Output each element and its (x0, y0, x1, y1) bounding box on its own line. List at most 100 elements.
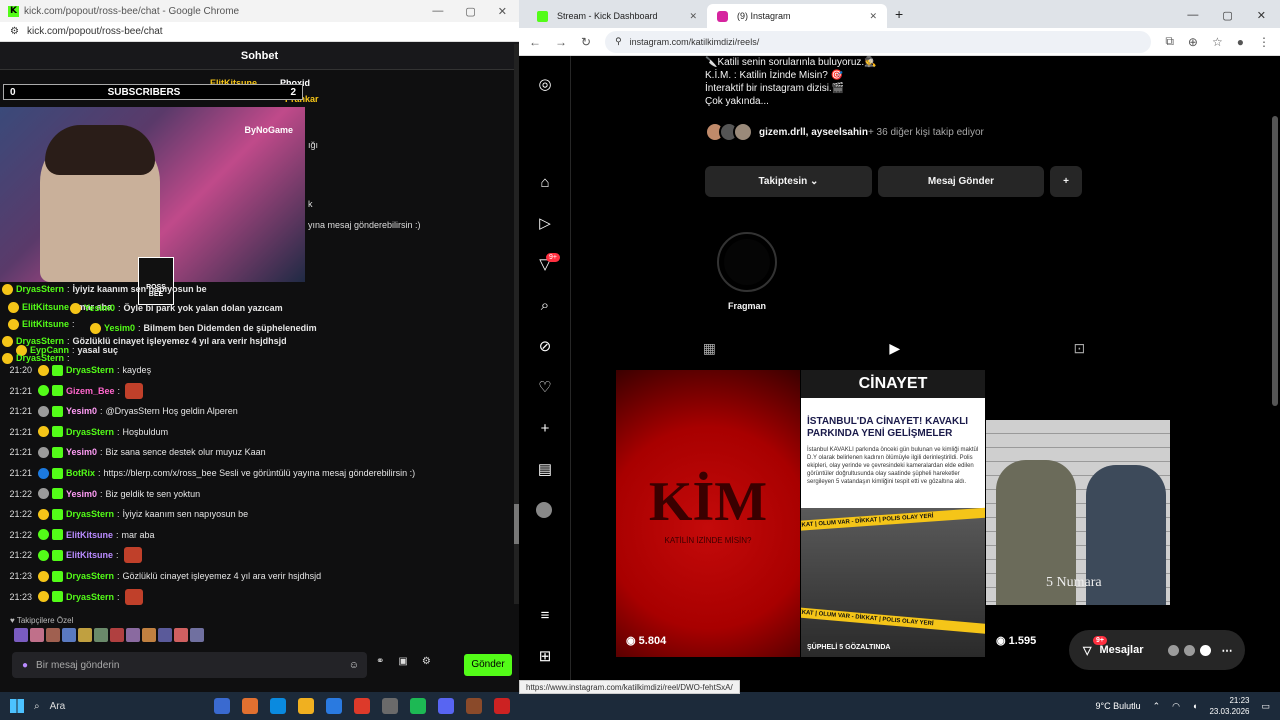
send-button[interactable]: Gönder (464, 654, 512, 676)
home-icon[interactable]: ⌂ (536, 174, 554, 192)
connect-icon[interactable]: ⚭ (376, 656, 384, 667)
reel-thumbnail[interactable]: 5 Numara ◉ 1.595 (986, 370, 1170, 657)
tab-close-icon[interactable]: ✕ (689, 11, 697, 22)
create-icon[interactable]: + (536, 420, 554, 438)
clock[interactable]: 21:23 23.03.2026 (1209, 695, 1249, 717)
minimize-icon[interactable]: — (1187, 9, 1198, 22)
settings-icon[interactable]: ⚙ (422, 656, 431, 667)
message-username[interactable]: Yesim0 (66, 447, 97, 457)
avatar (1199, 644, 1211, 656)
followed-by[interactable]: gizem.drll, ayseelsahin + 36 diğer kişi … (705, 122, 984, 142)
discord-icon[interactable] (438, 698, 454, 714)
spotify-icon[interactable] (410, 698, 426, 714)
chevron-up-icon[interactable]: ⌃ (1153, 701, 1161, 712)
message-username[interactable]: Yesim0 (66, 406, 97, 416)
taskbar-search[interactable]: ⌕ Ara (34, 701, 174, 712)
app-icon[interactable] (466, 698, 482, 714)
left-window-title: kick.com/popout/ross-bee/chat - Google C… (24, 5, 240, 17)
apps-icon[interactable]: ⊞ (536, 648, 554, 666)
avatar[interactable] (536, 502, 552, 518)
new-tab-icon[interactable]: + (887, 6, 911, 28)
reels-icon[interactable]: ▷ (536, 215, 554, 233)
reel-thumbnail[interactable]: KİM KATİLİN İZİNDE MİSİN? ◉ 5.804 (616, 370, 800, 657)
chrome-icon[interactable] (354, 698, 370, 714)
message-username[interactable]: Gizem_Bee (66, 386, 115, 396)
explore-icon[interactable]: ⊘ (536, 338, 554, 356)
tab-close-icon[interactable]: ✕ (869, 11, 877, 22)
gift-icon[interactable]: ▣ (398, 656, 407, 667)
message-username[interactable]: DryasStern (66, 427, 114, 437)
message-text: Biz sana sence destek olur muyuz Kaan (105, 447, 266, 458)
weather-text[interactable]: 9°C Bulutlu (1095, 701, 1140, 711)
emote-icon (125, 382, 144, 399)
page-scrollbar[interactable] (1272, 116, 1278, 406)
site-info-icon[interactable]: ⚲ (615, 36, 622, 47)
emote-row[interactable] (14, 628, 204, 642)
zoom-icon[interactable]: ⊕ (1188, 35, 1198, 49)
bookmark-star-icon[interactable]: ☆ (1212, 35, 1223, 49)
message-username[interactable]: DryasStern (66, 592, 114, 602)
following-button[interactable]: Takiptesin ⌄ (705, 166, 872, 197)
messages-button[interactable]: ▽ 9+ Mesajlar ⋯ (1069, 630, 1245, 670)
mic-icon[interactable]: ● (22, 660, 28, 671)
back-icon[interactable]: ← (529, 35, 541, 49)
forward-icon[interactable]: → (555, 35, 567, 49)
message-username[interactable]: ElitKitsune (66, 550, 113, 560)
store-icon[interactable] (326, 698, 342, 714)
edge-icon[interactable] (270, 698, 286, 714)
volume-icon[interactable]: ◖ (1192, 701, 1197, 711)
message-username[interactable]: BotRix (66, 468, 95, 478)
message-username[interactable]: DryasStern (66, 509, 114, 519)
posts-grid-icon[interactable]: ▦ (703, 340, 716, 357)
message-button[interactable]: Mesaj Gönder (878, 166, 1044, 197)
tagged-icon[interactable]: ⊡ (1074, 340, 1086, 357)
reel-title: KİM (648, 471, 768, 533)
dashboard-icon[interactable]: ▤ (536, 461, 554, 479)
copilot-icon[interactable] (242, 698, 258, 714)
system-tray: 9°C Bulutlu ⌃ ◠ ◖ 21:23 23.03.2026 ▭ (1095, 695, 1280, 717)
profile-icon[interactable]: ● (1237, 35, 1244, 49)
left-url-bar[interactable]: ⚙ kick.com/popout/ross-bee/chat (0, 22, 519, 42)
more-icon: ⋯ (1221, 644, 1233, 657)
reel-thumbnail[interactable]: CİNAYET İSTANBUL'DA CİNAYET! KAVAKLI PAR… (801, 370, 985, 657)
reel-caption: ŞÜPHELİ 5 GÖZALTINDA (807, 644, 891, 651)
message-username[interactable]: DryasStern (66, 365, 114, 375)
tab-instagram[interactable]: (9) Instagram ✕ (707, 4, 887, 28)
notification-icon[interactable]: ▭ (1261, 701, 1270, 712)
minimize-icon[interactable]: — (432, 5, 443, 18)
menu-dots-icon[interactable]: ⋮ (1258, 35, 1270, 49)
wifi-icon[interactable]: ◠ (1172, 701, 1180, 712)
install-icon[interactable]: ⧉ (1165, 34, 1174, 49)
view-count: ◉ 5.804 (626, 635, 667, 647)
close-icon[interactable]: ✕ (1257, 9, 1266, 22)
maximize-icon[interactable]: ▢ (1222, 9, 1232, 22)
instagram-logo-icon[interactable]: ◎ (536, 76, 554, 94)
message-text: Gözlüklü cinayet işleyemez 4 yıl ara ver… (122, 571, 322, 581)
maximize-icon[interactable]: ▢ (465, 5, 475, 18)
highlight-fragman[interactable] (717, 232, 777, 292)
message-username[interactable]: DryasStern (66, 571, 114, 581)
user-badge-icon (38, 426, 49, 438)
close-icon[interactable]: ✕ (498, 5, 507, 18)
message-time: 21:23 (9, 591, 32, 602)
app-icon[interactable] (382, 698, 398, 714)
followed-by-names: gizem.drll, ayseelsahin (759, 126, 868, 138)
message-username[interactable]: ElitKitsune (66, 530, 113, 540)
menu-icon[interactable]: ≡ (536, 607, 554, 625)
obs-icon[interactable] (494, 698, 510, 714)
tab-kick-dashboard[interactable]: Stream - Kick Dashboard ✕ (527, 4, 707, 28)
reload-icon[interactable]: ↻ (581, 35, 591, 49)
chat-messages: 21:20 DryasStern: kaydeş 21:21 Gizem_Bee:21:… (0, 70, 519, 610)
police-tape: DİKKAT | OLUM VAR - DİKKAT | POLIS OLAY … (801, 606, 985, 636)
emoji-icon[interactable]: ☺ (349, 660, 359, 671)
reels-tab-icon[interactable]: ▶ (889, 340, 900, 357)
task-view-icon[interactable] (214, 698, 230, 714)
add-person-icon[interactable]: + (1050, 166, 1082, 197)
chat-input[interactable]: ● Bir mesaj gönderin ☺ (12, 652, 367, 678)
message-username[interactable]: Yesim0 (66, 489, 97, 499)
heart-icon[interactable]: ♡ (536, 379, 554, 397)
omnibox[interactable]: ⚲ instagram.com/katilkimdizi/reels/ (605, 30, 1152, 53)
explorer-icon[interactable] (298, 698, 314, 714)
search-icon[interactable]: ⌕ (536, 297, 554, 315)
windows-start-icon[interactable] (10, 699, 24, 713)
